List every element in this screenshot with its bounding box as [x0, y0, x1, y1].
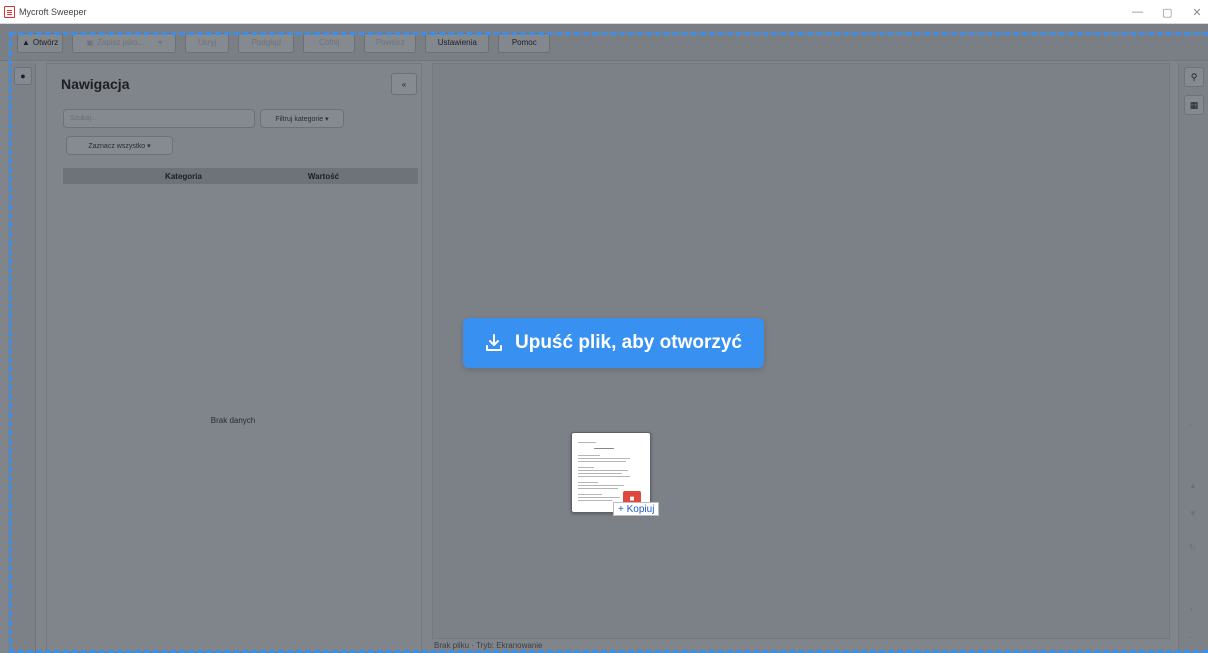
- close-button[interactable]: ✕: [1192, 6, 1202, 19]
- drop-message: Upuść plik, aby otworzyć: [515, 332, 742, 353]
- arrow-down-icon[interactable]: ▼: [1189, 509, 1197, 518]
- toolbar: ▲ Otwórz ▣ Zapisz jako... ▾ Ukryj Podglą…: [0, 25, 1208, 61]
- arrow-up-icon[interactable]: ▲: [1189, 481, 1197, 490]
- window-controls: — ▢ ✕: [1132, 0, 1202, 24]
- undo-button[interactable]: Cofnij: [303, 32, 356, 53]
- save-icon: ▣: [86, 38, 94, 47]
- app-logo-icon: [4, 5, 15, 18]
- empty-table-message: Brak danych: [210, 416, 256, 425]
- collapse-nav-button[interactable]: «: [391, 73, 417, 95]
- columns-icon: ▦: [1189, 99, 1199, 110]
- nav-search-input[interactable]: Szukaj...: [63, 109, 255, 128]
- maximize-button[interactable]: ▢: [1162, 6, 1172, 19]
- nav-table: Kategoria Wartość Brak danych: [63, 168, 418, 648]
- right-side-strip: ⚲ ▦ › ▲ ▼ ↻ + −: [1178, 63, 1208, 653]
- zoom-in-icon[interactable]: +: [1189, 605, 1194, 614]
- save-as-button[interactable]: ▣ Zapisz jako... ▾: [72, 32, 177, 53]
- download-tray-icon: [486, 334, 502, 351]
- table-header-category[interactable]: Kategoria: [131, 172, 236, 181]
- filter-categories-button[interactable]: Filtruj kategorie ▾: [260, 109, 344, 128]
- table-header: Kategoria Wartość: [63, 168, 418, 184]
- settings-button[interactable]: Ustawienia: [425, 32, 490, 53]
- preview-button[interactable]: Podgląd: [238, 32, 295, 53]
- window-titlebar: Mycroft Sweeper — ▢ ✕: [0, 0, 1208, 24]
- copy-tooltip: + Kopiuj: [613, 502, 660, 516]
- window-title: Mycroft Sweeper: [19, 6, 87, 17]
- zoom-out-icon[interactable]: −: [1189, 633, 1194, 642]
- refresh-icon[interactable]: ↻: [1189, 543, 1196, 552]
- chevron-down-icon: ▾: [158, 38, 163, 47]
- table-header-value[interactable]: Wartość: [236, 172, 411, 181]
- help-button[interactable]: Pomoc: [498, 32, 551, 53]
- left-side-strip: ●: [8, 63, 36, 653]
- folder-icon: ▲: [22, 38, 30, 47]
- drop-banner: Upuść plik, aby otworzyć: [463, 318, 764, 368]
- dragged-file-thumbnail: ■: [571, 432, 651, 513]
- open-button-label: Otwórz: [32, 38, 59, 47]
- save-as-label: Zapisz jako...: [96, 38, 145, 47]
- redo-button[interactable]: Powtórz: [364, 32, 417, 53]
- open-button[interactable]: ▲ Otwórz: [17, 32, 64, 53]
- navigation-panel: Nawigacja « Szukaj... Filtruj kategorie …: [46, 63, 422, 653]
- hide-button[interactable]: Ukryj: [185, 32, 230, 53]
- pin-button[interactable]: ●: [14, 67, 32, 85]
- status-bar: Brak pliku · Tryb: Ekranowanie: [434, 641, 543, 650]
- select-all-button[interactable]: Zaznacz wszystko ▾: [66, 136, 173, 155]
- search-button[interactable]: ⚲: [1184, 67, 1204, 87]
- columns-button[interactable]: ▦: [1184, 95, 1204, 115]
- minimize-button[interactable]: —: [1132, 6, 1143, 18]
- double-chevron-left-icon: «: [401, 79, 407, 89]
- search-icon: ⚲: [1190, 71, 1198, 82]
- chevron-right-icon[interactable]: ›: [1189, 420, 1192, 429]
- nav-title: Nawigacja: [61, 76, 130, 92]
- pin-icon: ●: [20, 71, 26, 81]
